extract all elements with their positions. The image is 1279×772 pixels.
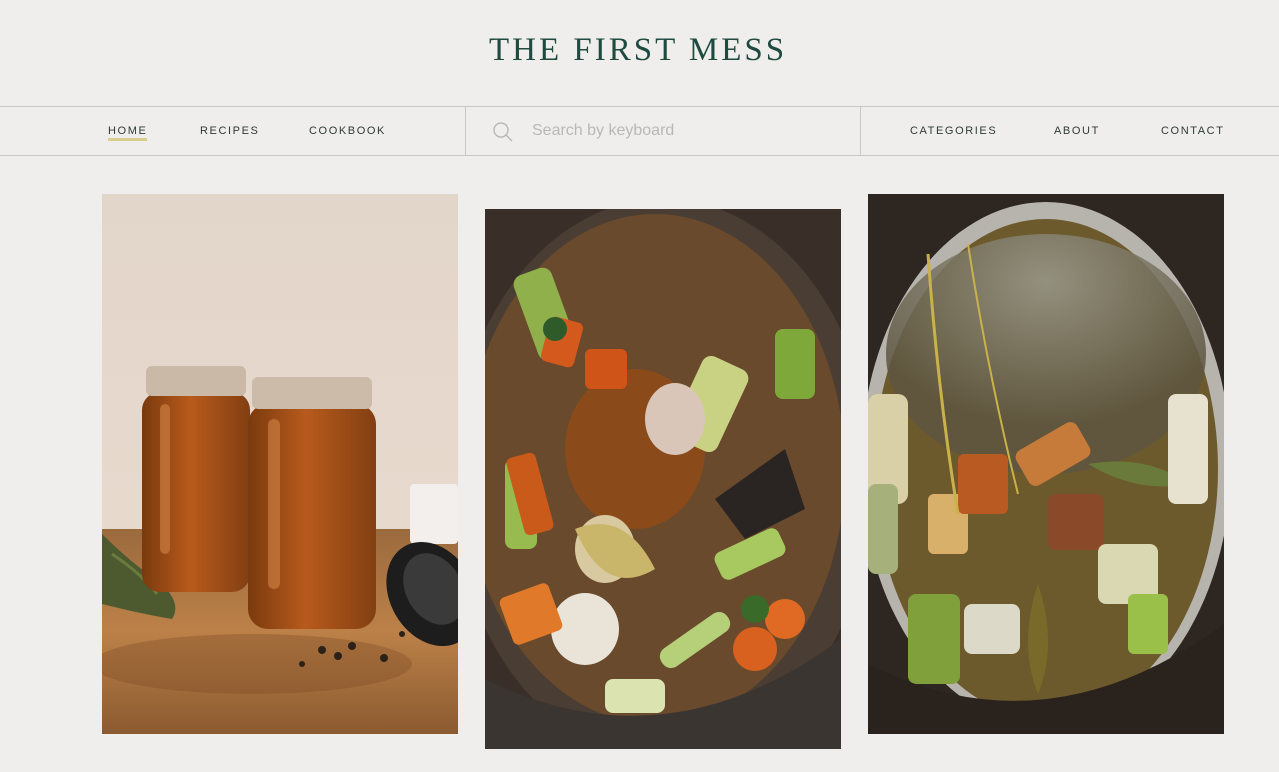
search-icon[interactable]	[492, 121, 514, 143]
broth-jars-photo[interactable]	[102, 194, 458, 734]
nav-contact[interactable]: CONTACT	[1161, 107, 1225, 155]
vegetable-pot-photo[interactable]	[485, 209, 841, 749]
nav-about[interactable]: ABOUT	[1054, 107, 1100, 155]
nav-home[interactable]: HOME	[108, 107, 148, 155]
nav-categories[interactable]: CATEGORIES	[910, 107, 997, 155]
site-logo[interactable]: THE FIRST MESS	[489, 32, 787, 69]
main-navigation: HOME RECIPES COOKBOOK CATEGORIES ABOUT C…	[0, 106, 1279, 156]
masthead: THE FIRST MESS	[0, 0, 1279, 106]
simmering-broth-photo[interactable]	[868, 194, 1224, 734]
nav-cookbook[interactable]: COOKBOOK	[309, 107, 386, 155]
nav-divider	[465, 107, 466, 155]
nav-divider	[860, 107, 861, 155]
nav-recipes[interactable]: RECIPES	[200, 107, 260, 155]
search-input[interactable]	[532, 116, 832, 146]
